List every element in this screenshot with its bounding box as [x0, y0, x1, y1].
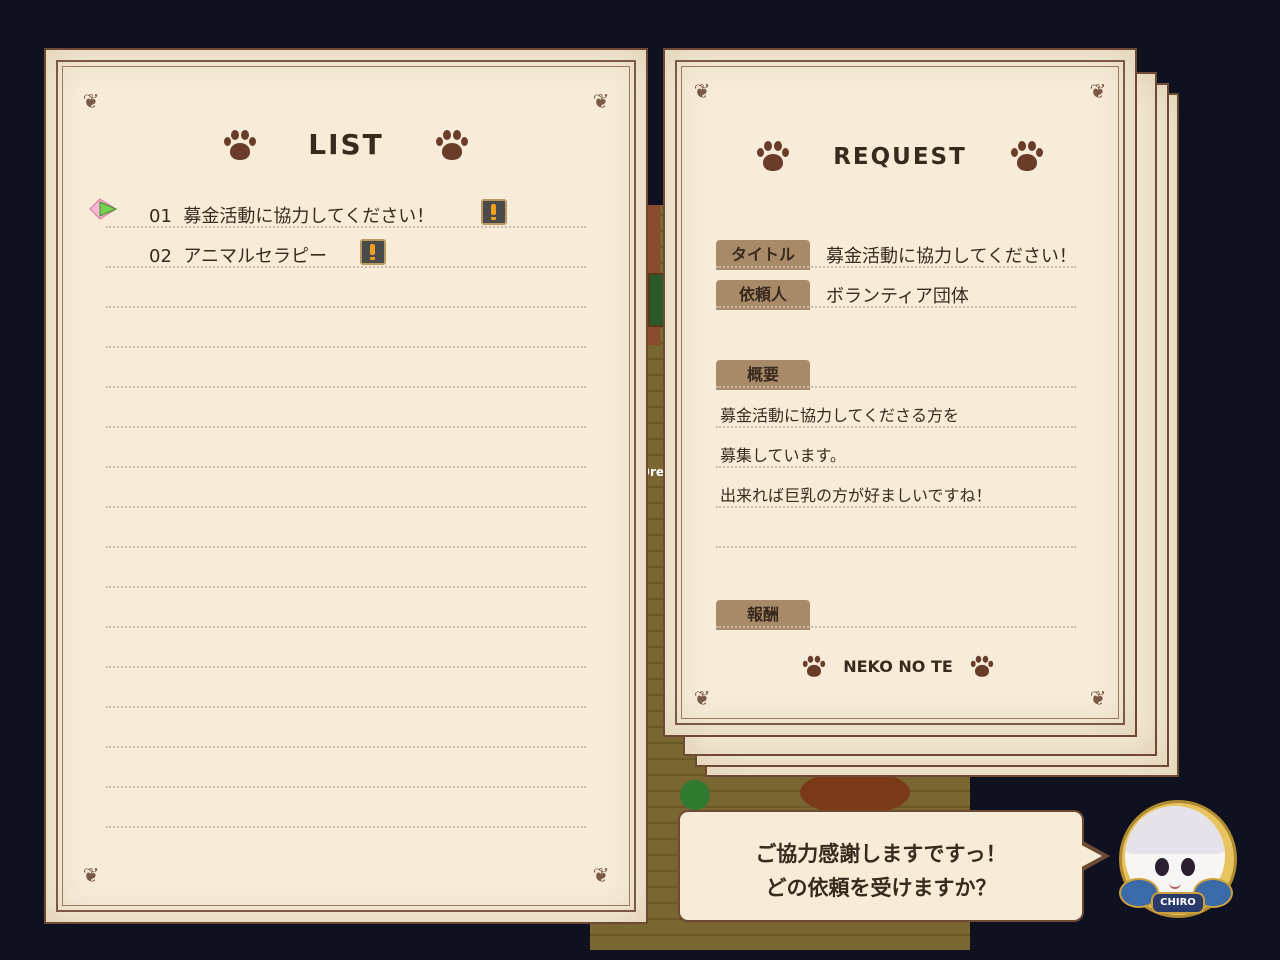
list-item-text: 02 アニマルセラピー	[149, 246, 327, 267]
exclamation-icon	[481, 199, 507, 225]
client-value: ボランティア団体	[826, 286, 969, 307]
corner-ornament-icon: ❦	[592, 89, 610, 113]
paw-icon	[222, 129, 258, 163]
character-hair	[1125, 806, 1225, 854]
list-rule-line	[106, 226, 586, 228]
list-rule-line	[106, 306, 586, 308]
footer-text: NEKO NO TE	[843, 656, 953, 676]
list-rule-line	[106, 746, 586, 748]
summary-line: 募金活動に協力してくださる方を	[720, 406, 960, 425]
divider	[716, 466, 1076, 468]
list-item-text: 01 募金活動に協力してください！	[149, 206, 435, 227]
list-rule-line	[106, 626, 586, 628]
request-heading: REQUEST	[663, 140, 1137, 174]
exclamation-icon	[360, 239, 386, 265]
paw-icon	[970, 655, 995, 679]
divider	[716, 626, 1076, 628]
list-rule-line	[106, 466, 586, 468]
list-item[interactable]: 01 募金活動に協力してください！	[104, 192, 590, 230]
dialog-bubble[interactable]: ご協力感謝しますですっ！ どの依頼を受けますか？	[678, 810, 1084, 922]
corner-ornament-icon: ❦	[693, 686, 711, 710]
map-plant	[680, 780, 710, 810]
speaker-name-badge: CHIRO	[1151, 892, 1205, 914]
footer-mark: NEKO NO TE	[663, 650, 1133, 684]
request-heading-text: REQUEST	[833, 143, 967, 170]
divider	[716, 426, 1076, 428]
list-heading-text: LIST	[308, 128, 384, 161]
character-eye	[1155, 858, 1169, 876]
corner-ornament-icon: ❦	[1089, 686, 1107, 710]
list-rule-line	[106, 426, 586, 428]
list-rule-line	[106, 706, 586, 708]
list-rule-line	[106, 346, 586, 348]
dialog-line: どの依頼を受けますか？	[765, 876, 997, 900]
list-rule-line	[106, 786, 586, 788]
corner-ornament-icon: ❦	[82, 89, 100, 113]
speech-bubble-tail-fill	[1076, 842, 1102, 870]
paw-icon	[801, 655, 826, 679]
divider	[716, 266, 1076, 268]
paw-icon	[755, 140, 791, 174]
list-rule-line	[106, 586, 586, 588]
character-eye	[1181, 858, 1195, 876]
corner-ornament-icon: ❦	[693, 79, 711, 103]
list-rule-line	[106, 506, 586, 508]
dialog-line: ご協力感謝しますですっ！	[755, 842, 1007, 866]
summary-line: 出来れば巨乳の方が好ましいですね！	[720, 486, 992, 505]
list-rule-line	[106, 546, 586, 548]
paw-icon	[1009, 140, 1045, 174]
list-panel: ❦ ❦ ❦ ❦	[44, 48, 648, 924]
character-portrait: CHIRO	[1115, 800, 1237, 918]
list-rule-line	[106, 386, 586, 388]
divider	[716, 546, 1076, 548]
corner-ornament-icon: ❦	[1089, 79, 1107, 103]
list-rule-line	[106, 266, 586, 268]
title-value: 募金活動に協力してください！	[826, 246, 1077, 267]
divider	[716, 306, 1076, 308]
list-rule-line	[106, 826, 586, 828]
list-item[interactable]: 02 アニマルセラピー	[104, 232, 590, 270]
divider	[716, 506, 1076, 508]
paw-icon	[434, 129, 470, 163]
divider	[716, 386, 1076, 388]
summary-line: 募集しています。	[720, 446, 846, 465]
corner-ornament-icon: ❦	[592, 863, 610, 887]
list-heading: LIST	[44, 128, 648, 163]
corner-ornament-icon: ❦	[82, 863, 100, 887]
list-rule-line	[106, 666, 586, 668]
